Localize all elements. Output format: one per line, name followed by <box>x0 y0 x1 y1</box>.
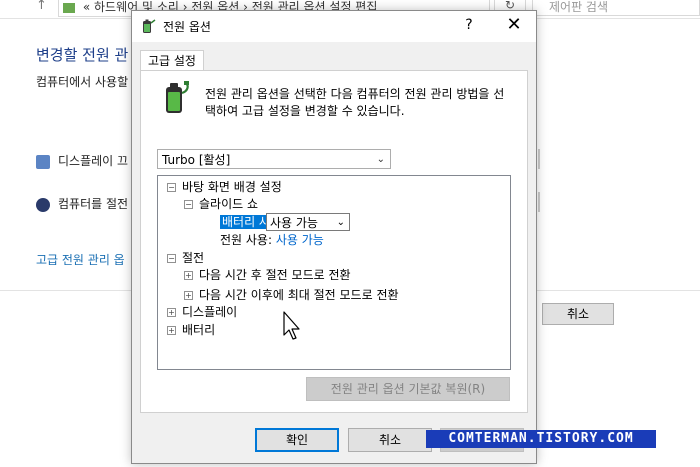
tree-node-battery[interactable]: + 배터리 <box>167 322 215 338</box>
bg-cancel-button[interactable]: 취소 <box>542 303 614 325</box>
ac-setting-label: 전원 사용: <box>220 233 273 247</box>
minus-box-icon[interactable]: − <box>167 254 176 263</box>
page-subtitle: 컴퓨터에서 사용할 <box>36 75 129 89</box>
restore-defaults-button[interactable]: 전원 관리 옵션 기본값 복원(R) <box>306 377 510 401</box>
bg-dropdown-edge <box>538 149 540 169</box>
ac-setting-value[interactable]: 사용 가능 <box>276 233 324 247</box>
sleep-label: 컴퓨터를 절전 <box>58 197 129 211</box>
power-plan-value: Turbo [활성] <box>162 153 231 167</box>
chevron-down-icon: ⌄ <box>336 217 345 228</box>
dialog-title: 전원 옵션 <box>163 20 211 34</box>
search-input[interactable]: 제어판 검색 <box>532 0 700 16</box>
tree-node-display[interactable]: + 디스플레이 <box>167 304 237 320</box>
page-title: 변경할 전원 관 <box>36 46 129 64</box>
ok-button[interactable]: 확인 <box>255 428 339 452</box>
dialog-description: 전원 관리 옵션을 선택한 다음 컴퓨터의 전원 관리 방법을 선택하여 고급 … <box>205 87 505 118</box>
tree-label: 배터리 <box>182 323 216 337</box>
display-off-label: 디스플레이 끄 <box>58 154 129 168</box>
tree-label: 슬라이드 쇼 <box>199 197 259 211</box>
tree-node-sleep-after[interactable]: + 다음 시간 후 절전 모드로 전환 <box>184 267 351 283</box>
cancel-button[interactable]: 취소 <box>348 428 432 452</box>
tree-node-desktop-background[interactable]: − 바탕 화면 배경 설정 <box>167 179 282 195</box>
power-plan-select[interactable]: Turbo [활성] ⌄ <box>157 149 391 169</box>
settings-tree[interactable]: − 바탕 화면 배경 설정 − 슬라이드 쇼 배터리 사용: 전원 사용: 사용 가… <box>157 175 511 370</box>
plus-box-icon[interactable]: + <box>184 291 193 300</box>
battery-setting-value: 사용 가능 <box>270 216 318 230</box>
battery-plug-icon <box>143 19 156 33</box>
bg-dropdown-edge <box>538 192 540 212</box>
chevron-down-icon: ⌄ <box>376 154 385 165</box>
tree-label: 다음 시간 이후에 최대 절전 모드로 전환 <box>199 288 399 302</box>
battery-plug-icon <box>166 81 189 113</box>
tab-advanced-settings[interactable]: 고급 설정 <box>140 50 204 71</box>
sleep-item: 컴퓨터를 절전 <box>36 195 128 212</box>
advanced-settings-link[interactable]: 고급 전원 관리 옵 <box>36 251 125 268</box>
tree-node-sleep[interactable]: − 절전 <box>167 250 204 266</box>
plus-box-icon[interactable]: + <box>167 326 176 335</box>
tree-label: 디스플레이 <box>182 305 238 319</box>
power-options-dialog: 전원 옵션 ? ✕ 고급 설정 전원 관리 옵션을 선택한 다음 컴퓨터의 전원… <box>131 10 537 464</box>
close-button[interactable]: ✕ <box>504 14 524 35</box>
tree-node-slideshow[interactable]: − 슬라이드 쇼 <box>184 196 258 212</box>
control-panel-icon <box>63 2 75 13</box>
display-off-item: 디스플레이 끄 <box>36 152 128 169</box>
dialog-titlebar[interactable]: 전원 옵션 ? ✕ <box>132 11 536 42</box>
monitor-icon <box>36 154 50 169</box>
plus-box-icon[interactable]: + <box>167 308 176 317</box>
moon-icon <box>36 197 50 212</box>
minus-box-icon[interactable]: − <box>184 200 193 209</box>
ac-setting-row[interactable]: 전원 사용: 사용 가능 <box>220 232 324 248</box>
watermark: COMTERMAN.TISTORY.COM <box>426 430 656 448</box>
battery-setting-select[interactable]: 사용 가능 ⌄ <box>266 213 350 231</box>
plus-box-icon[interactable]: + <box>184 271 193 280</box>
tree-label: 다음 시간 후 절전 모드로 전환 <box>199 268 351 282</box>
mouse-cursor-icon <box>283 311 300 340</box>
minus-box-icon[interactable]: − <box>167 183 176 192</box>
up-arrow-icon[interactable]: ↑ <box>36 0 47 13</box>
tree-node-hibernate-after[interactable]: + 다음 시간 이후에 최대 절전 모드로 전환 <box>184 287 399 303</box>
help-button[interactable]: ? <box>462 17 476 33</box>
tree-label: 절전 <box>182 251 205 265</box>
tree-label: 바탕 화면 배경 설정 <box>182 180 282 194</box>
